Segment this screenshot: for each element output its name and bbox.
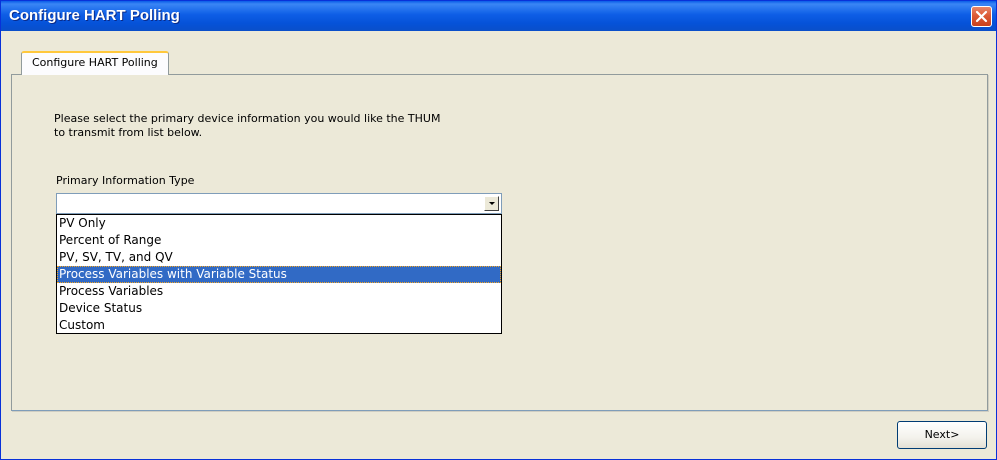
option-pv-only[interactable]: PV Only bbox=[57, 215, 501, 232]
option-device-status[interactable]: Device Status bbox=[57, 300, 501, 317]
title-bar[interactable]: Configure HART Polling bbox=[1, 1, 996, 31]
dialog-window: Configure HART Polling Configure HART Po… bbox=[0, 0, 997, 460]
next-button[interactable]: Next> bbox=[897, 421, 987, 449]
instructions-line-2: to transmit from list below. bbox=[54, 126, 203, 139]
tab-configure-hart-polling[interactable]: Configure HART Polling bbox=[21, 51, 169, 75]
chevron-down-icon bbox=[488, 202, 495, 205]
instructions-line-1: Please select the primary device informa… bbox=[54, 112, 441, 125]
close-icon bbox=[975, 10, 988, 23]
window-title: Configure HART Polling bbox=[9, 7, 180, 24]
close-button[interactable] bbox=[971, 6, 992, 27]
primary-info-label: Primary Information Type bbox=[56, 174, 195, 187]
primary-info-dropdown-list[interactable]: PV Only Percent of Range PV, SV, TV, and… bbox=[56, 214, 502, 334]
option-percent-of-range[interactable]: Percent of Range bbox=[57, 232, 501, 249]
instructions-text: Please select the primary device informa… bbox=[54, 112, 514, 140]
option-custom[interactable]: Custom bbox=[57, 317, 501, 334]
tab-panel: Please select the primary device informa… bbox=[11, 74, 988, 411]
option-process-variables[interactable]: Process Variables bbox=[57, 283, 501, 300]
primary-info-combobox[interactable] bbox=[56, 193, 502, 214]
option-pv-sv-tv-qv[interactable]: PV, SV, TV, and QV bbox=[57, 249, 501, 266]
dropdown-button[interactable] bbox=[484, 196, 499, 211]
option-process-variables-with-status[interactable]: Process Variables with Variable Status bbox=[57, 266, 501, 283]
